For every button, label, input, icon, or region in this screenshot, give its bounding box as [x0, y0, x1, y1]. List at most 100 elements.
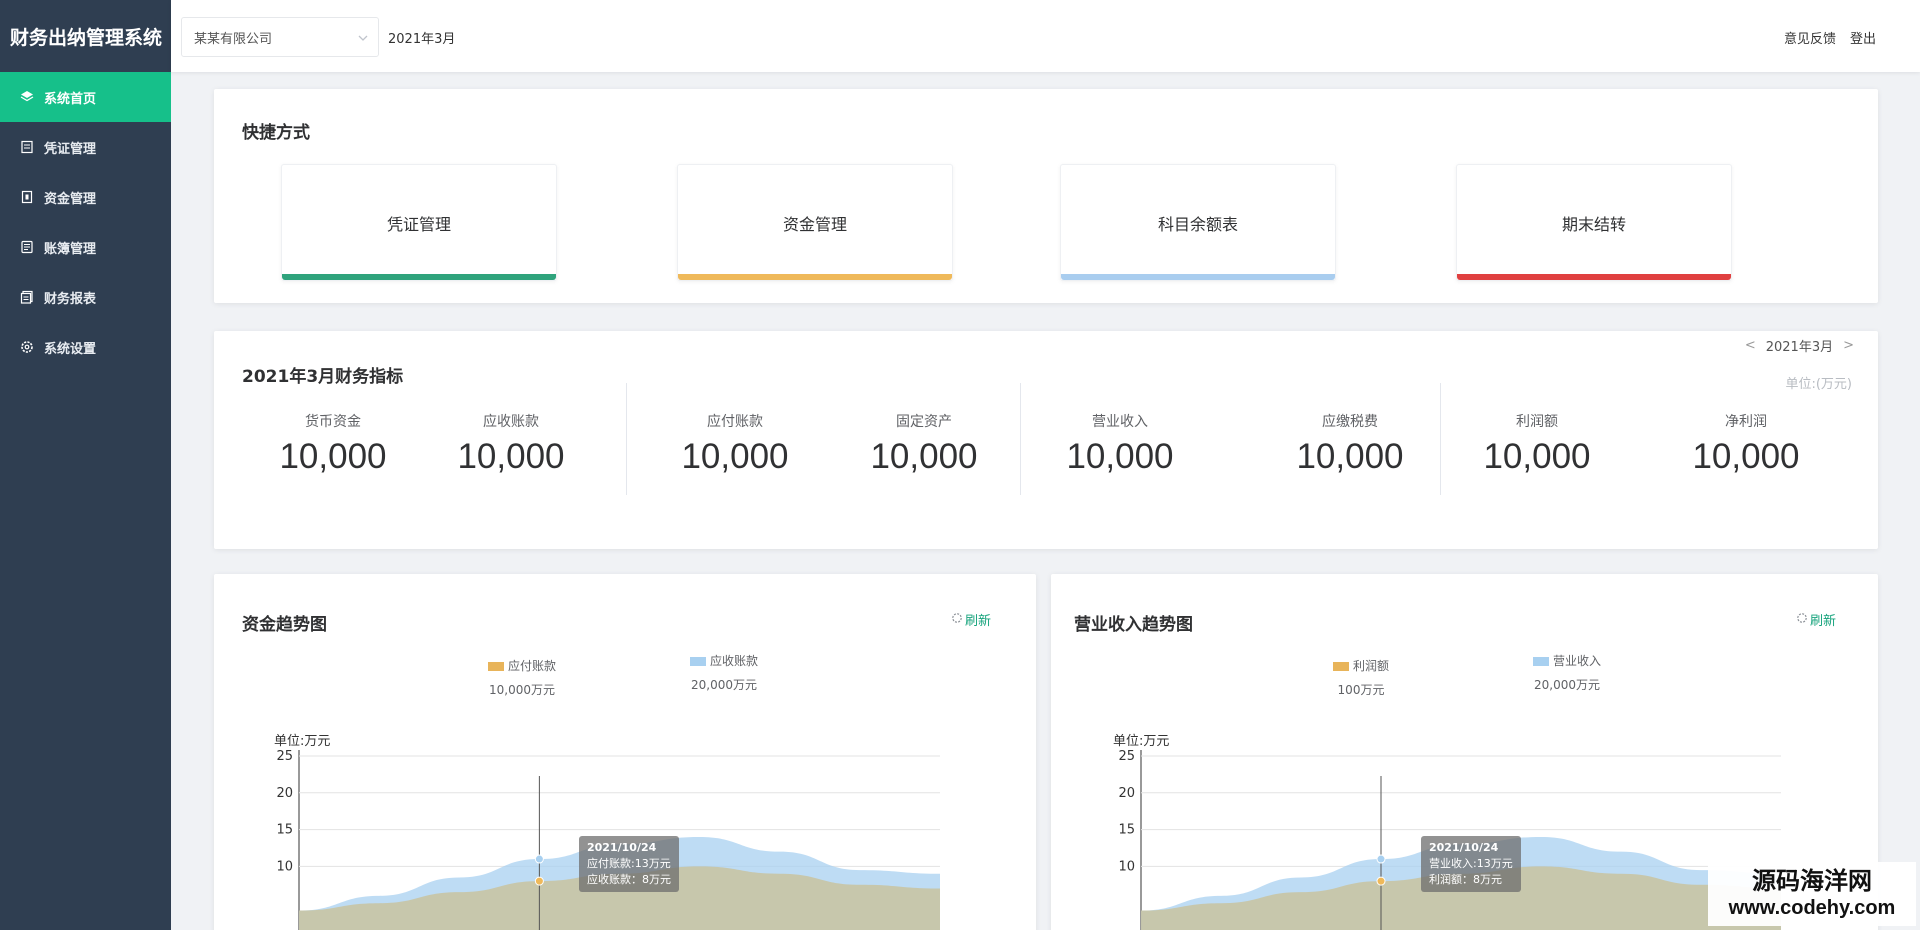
sidebar-item-home[interactable]: 系统首页	[0, 72, 171, 122]
metric-value: 10,000	[1692, 437, 1800, 476]
metric-taxes: 应缴税费 10,000	[1260, 411, 1440, 477]
sidebar: 财务出纳管理系统 系统首页 凭证管理 资金管理 账簿管理 财务报表 系统设置	[0, 0, 171, 930]
y-tick-label: 20	[276, 786, 293, 801]
shortcut-color-bar	[1457, 274, 1731, 280]
chart-tooltip: 2021/10/24 应付账款:13万元 应收账款：8万元	[579, 836, 679, 892]
metric-label: 应收账款	[483, 414, 539, 430]
chevron-down-icon	[358, 32, 368, 42]
metric-label: 货币资金	[305, 414, 361, 430]
metric-label: 应缴税费	[1322, 414, 1378, 430]
metric-label: 利润额	[1516, 414, 1558, 430]
y-tick-label: 25	[276, 749, 293, 764]
metric-cash: 货币资金 10,000	[243, 411, 423, 477]
sidebar-item-label: 系统首页	[44, 91, 97, 107]
feedback-link[interactable]: 意见反馈	[1784, 28, 1836, 47]
report-icon	[20, 290, 34, 304]
sidebar-item-report[interactable]: 财务报表	[0, 272, 171, 322]
sidebar-item-ledger[interactable]: 账簿管理	[0, 222, 171, 272]
tooltip-line: 应付账款:13万元	[587, 857, 671, 870]
sidebar-item-label: 资金管理	[44, 191, 97, 207]
logout-link[interactable]: 登出	[1850, 28, 1876, 47]
metric-value: 10,000	[1296, 437, 1404, 476]
sidebar-item-label: 财务报表	[44, 291, 97, 307]
metric-label: 固定资产	[896, 414, 952, 430]
shortcut-period-close[interactable]: 期末结转	[1456, 164, 1732, 281]
metric-net-profit: 净利润 10,000	[1656, 411, 1836, 477]
shortcut-color-bar	[678, 274, 952, 280]
sidebar-item-label: 系统设置	[44, 341, 97, 357]
shortcuts-card: 快捷方式 凭证管理 资金管理 科目余额表 期末结转	[214, 89, 1878, 303]
metric-profit: 利润额 10,000	[1447, 411, 1627, 477]
shortcuts-title: 快捷方式	[242, 123, 310, 143]
tooltip-date: 2021/10/24	[587, 841, 657, 854]
metric-fixed-assets: 固定资产 10,000	[834, 411, 1014, 477]
app-title: 财务出纳管理系统	[10, 26, 163, 49]
metric-value: 10,000	[1483, 437, 1591, 476]
shortcut-label: 期末结转	[1561, 214, 1626, 234]
fund-chart-card: 资金趋势图 刷新 应付账款 10,000万元 应收账款 20,000万元 单位:…	[214, 574, 1036, 930]
sidebar-item-settings[interactable]: 系统设置	[0, 322, 171, 372]
site-watermark: 源码海洋网 www.codehy.com	[1708, 862, 1916, 926]
divider	[1020, 383, 1021, 495]
chart-tooltip: 2021/10/24 营业收入:13万元 利润额：8万元	[1421, 836, 1521, 892]
y-tick-label: 10	[1118, 859, 1135, 874]
highlight-point	[1376, 876, 1386, 886]
next-period-button[interactable]: >	[1843, 338, 1854, 353]
period-navigator: < 2021年3月 >	[1745, 336, 1854, 355]
y-tick-label: 10	[276, 859, 293, 874]
header-actions: 意见反馈 登出	[1784, 28, 1876, 47]
y-tick-label: 15	[1118, 823, 1135, 838]
top-header: 某某有限公司 2021年3月 意见反馈 登出	[171, 0, 1920, 72]
wallet-icon	[20, 190, 34, 204]
sidebar-item-label: 凭证管理	[44, 141, 97, 157]
metric-value: 10,000	[1066, 437, 1174, 476]
metric-receivables: 应收账款 10,000	[421, 411, 601, 477]
tooltip-line: 应收账款：8万元	[587, 873, 671, 886]
divider	[1440, 383, 1441, 495]
company-select-value: 某某有限公司	[194, 31, 273, 47]
watermark-line: www.codehy.com	[1728, 897, 1896, 919]
shortcut-fund[interactable]: 资金管理	[677, 164, 953, 281]
watermark-line: 源码海洋网	[1752, 867, 1872, 895]
metric-label: 营业收入	[1092, 414, 1148, 430]
gear-icon	[20, 340, 34, 354]
y-tick-label: 15	[276, 823, 293, 838]
prev-period-button[interactable]: <	[1745, 338, 1756, 353]
ledger-icon	[20, 240, 34, 254]
shortcut-color-bar	[1061, 274, 1335, 280]
metrics-title: 2021年3月财务指标	[242, 367, 404, 387]
sidebar-item-voucher[interactable]: 凭证管理	[0, 122, 171, 172]
metric-revenue: 营业收入 10,000	[1030, 411, 1210, 477]
shortcut-label: 凭证管理	[386, 214, 451, 234]
metrics-card: 2021年3月财务指标 < 2021年3月 > 单位:(万元) 货币资金 10,…	[214, 331, 1878, 549]
tooltip-line: 营业收入:13万元	[1429, 857, 1513, 870]
tooltip-date: 2021/10/24	[1429, 841, 1499, 854]
highlight-point	[534, 854, 544, 864]
shortcut-label: 资金管理	[782, 214, 847, 234]
highlight-point	[1376, 854, 1386, 864]
shortcut-voucher[interactable]: 凭证管理	[281, 164, 557, 281]
metric-value: 10,000	[681, 437, 789, 476]
header-period: 2021年3月	[388, 32, 456, 47]
shortcut-label: 科目余额表	[1157, 214, 1238, 234]
sidebar-item-label: 账簿管理	[44, 241, 97, 257]
metric-value: 10,000	[457, 437, 565, 476]
unit-note: 单位:(万元)	[1785, 377, 1852, 392]
metric-value: 10,000	[870, 437, 978, 476]
tooltip-line: 利润额：8万元	[1429, 873, 1502, 886]
period-label: 2021年3月	[1765, 340, 1834, 355]
divider	[626, 383, 627, 495]
y-tick-label: 25	[1118, 749, 1135, 764]
metric-label: 应付账款	[707, 414, 763, 430]
voucher-icon	[20, 140, 34, 154]
highlight-point	[534, 876, 544, 886]
metric-value: 10,000	[279, 437, 387, 476]
company-select[interactable]: 某某有限公司	[181, 17, 379, 57]
shortcut-balance-sheet[interactable]: 科目余额表	[1060, 164, 1336, 281]
sidebar-item-fund[interactable]: 资金管理	[0, 172, 171, 222]
sidebar-menu: 系统首页 凭证管理 资金管理 账簿管理 财务报表 系统设置	[0, 72, 171, 372]
shortcut-color-bar	[282, 274, 556, 280]
y-tick-label: 20	[1118, 786, 1135, 801]
layers-icon	[20, 90, 34, 104]
metric-payables: 应付账款 10,000	[645, 411, 825, 477]
